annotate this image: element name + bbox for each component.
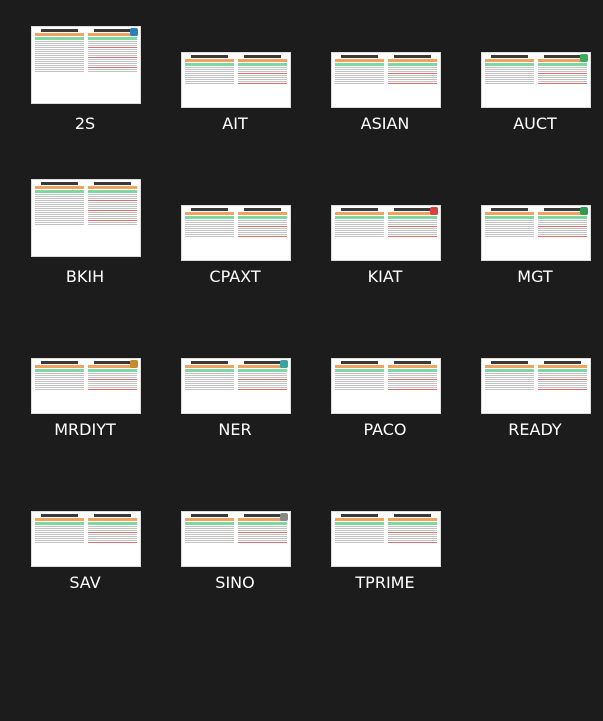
file-label: 2S — [74, 114, 96, 133]
file-item[interactable]: AIT — [160, 22, 310, 142]
file-thumbnail[interactable] — [331, 511, 441, 567]
file-thumbnail[interactable] — [31, 26, 141, 104]
company-logo-icon — [280, 360, 288, 368]
file-item[interactable]: SAV — [10, 481, 160, 601]
file-label: MRDIYT — [54, 420, 116, 439]
file-item[interactable]: PACO — [310, 328, 460, 448]
company-logo-icon — [130, 360, 138, 368]
company-logo-icon — [430, 207, 438, 215]
file-item[interactable]: MRDIYT — [10, 328, 160, 448]
file-thumbnail[interactable] — [481, 52, 591, 108]
file-label: AUCT — [513, 114, 557, 133]
file-thumbnail[interactable] — [31, 511, 141, 567]
file-item[interactable]: BKIH — [10, 175, 160, 295]
file-thumbnail[interactable] — [331, 358, 441, 414]
file-label: SAV — [69, 573, 101, 592]
file-item[interactable]: SINO — [160, 481, 310, 601]
file-item[interactable]: AUCT — [460, 22, 603, 142]
file-label: AIT — [222, 114, 248, 133]
file-label: ASIAN — [360, 114, 410, 133]
file-label: CPAXT — [209, 267, 261, 286]
file-thumbnail[interactable] — [181, 511, 291, 567]
file-item[interactable]: KIAT — [310, 175, 460, 295]
file-label: SINO — [215, 573, 255, 592]
file-thumbnail[interactable] — [331, 52, 441, 108]
file-label: KIAT — [367, 267, 403, 286]
file-thumbnail[interactable] — [31, 358, 141, 414]
file-thumbnail[interactable] — [181, 205, 291, 261]
file-thumbnail[interactable] — [481, 358, 591, 414]
file-item[interactable]: MGT — [460, 175, 603, 295]
file-thumbnail[interactable] — [31, 179, 141, 257]
file-item[interactable]: TPRIME — [310, 481, 460, 601]
file-label: BKIH — [65, 267, 105, 286]
file-label: NER — [218, 420, 252, 439]
file-item[interactable]: 2S — [10, 22, 160, 142]
file-label: PACO — [363, 420, 407, 439]
company-logo-icon — [280, 513, 288, 521]
file-item[interactable]: ASIAN — [310, 22, 460, 142]
company-logo-icon — [580, 207, 588, 215]
file-thumbnail[interactable] — [331, 205, 441, 261]
file-item[interactable]: NER — [160, 328, 310, 448]
file-label: MGT — [517, 267, 553, 286]
file-thumbnail[interactable] — [181, 358, 291, 414]
company-logo-icon — [580, 54, 588, 62]
file-item[interactable]: CPAXT — [160, 175, 310, 295]
file-thumbnail[interactable] — [181, 52, 291, 108]
file-label: TPRIME — [355, 573, 415, 592]
company-logo-icon — [130, 28, 138, 36]
file-item[interactable]: READY — [460, 328, 603, 448]
file-thumbnail[interactable] — [481, 205, 591, 261]
file-label: READY — [508, 420, 562, 439]
